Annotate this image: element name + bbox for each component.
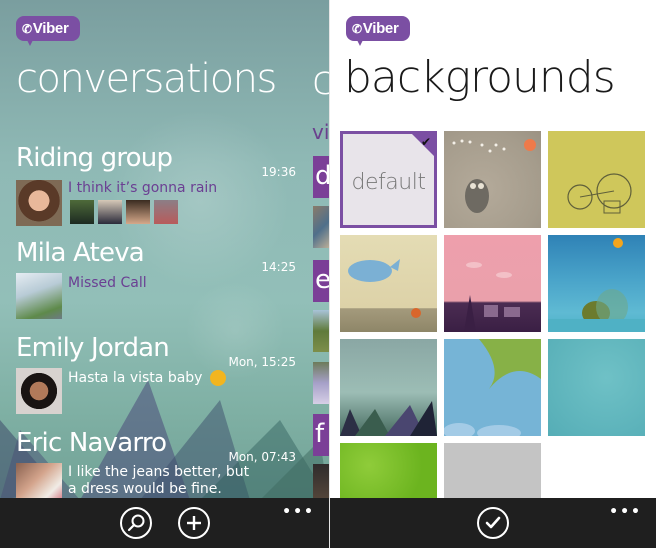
background-tile-owl[interactable]: [444, 131, 541, 228]
page-title: backgrounds: [344, 52, 616, 103]
checkmark-icon: ✔: [420, 135, 431, 149]
conversation-item[interactable]: Eric Navarro Mon, 07:43 I like the jeans…: [16, 428, 316, 509]
background-tile-green-bokeh[interactable]: [340, 443, 437, 499]
avatar: [16, 368, 62, 414]
owl-illustration: [452, 139, 536, 213]
participant-avatar: [98, 200, 122, 224]
brand-name: Viber: [362, 20, 399, 37]
palm-illustration: [444, 339, 541, 436]
last-message-text: Hasta la vista baby: [68, 370, 203, 386]
background-tile-pink-town[interactable]: [444, 235, 541, 332]
last-message: Hasta la vista baby: [68, 370, 226, 387]
conversation-time: 14:25: [261, 260, 296, 274]
checkmark-icon: [485, 516, 501, 529]
last-message: Missed Call: [68, 275, 147, 291]
brand-name: Viber: [32, 20, 69, 37]
more-options-button[interactable]: •••: [609, 504, 642, 520]
next-pivot-title-peek[interactable]: c: [312, 58, 329, 104]
tile-label: default: [351, 170, 426, 195]
participant-avatar: [126, 200, 150, 224]
avatar: [16, 180, 62, 226]
conversation-item[interactable]: Mila Ateva 14:25 Missed Call: [16, 238, 316, 320]
background-tile-palm-sky[interactable]: [444, 339, 541, 436]
last-message-line: a dress would be fine.: [68, 481, 222, 497]
conversation-item[interactable]: Emily Jordan Mon, 15:25 Hasta la vista b…: [16, 333, 316, 415]
conversation-item[interactable]: Riding group 19:36 I think it’s gonna ra…: [16, 143, 316, 226]
town-illustration: [464, 262, 520, 332]
island-illustration: [548, 238, 645, 332]
backgrounds-screen: ✆Viber backgrounds ✔ default •••: [330, 0, 656, 548]
search-icon: [127, 514, 145, 532]
background-tile-bicycle[interactable]: [548, 131, 645, 228]
confirm-button[interactable]: [477, 507, 509, 539]
avatar: [16, 273, 62, 319]
viber-logo: ✆Viber: [16, 16, 80, 46]
phone-icon: ✆: [352, 22, 362, 36]
conversation-time: Mon, 07:43: [228, 450, 296, 464]
new-conversation-button[interactable]: [178, 507, 210, 539]
background-tile-island-sea[interactable]: [548, 235, 645, 332]
next-pivot-subtitle-peek: vi: [312, 120, 329, 144]
phone-icon: ✆: [22, 22, 32, 36]
more-options-button[interactable]: •••: [282, 504, 315, 520]
participant-avatar: [70, 200, 94, 224]
participant-avatar: [154, 200, 178, 224]
app-bar: •••: [0, 498, 329, 548]
viber-logo: ✆Viber: [346, 16, 410, 46]
whale-illustration: [348, 259, 421, 318]
bicycle-illustration: [567, 173, 632, 214]
plus-icon: [187, 516, 201, 530]
background-tile-teal-texture[interactable]: [548, 339, 645, 436]
conversation-time: Mon, 15:25: [228, 355, 296, 369]
conversation-time: 19:36: [261, 165, 296, 179]
last-message: I think it’s gonna rain: [68, 180, 218, 196]
page-title: conversations: [16, 56, 277, 102]
background-tile-whale[interactable]: [340, 235, 437, 332]
mountains-illustration: [340, 401, 437, 436]
winking-face-emoji-icon: [209, 370, 226, 386]
last-message: I like the jeans better, but a dress wou…: [68, 464, 249, 498]
search-button[interactable]: [120, 507, 152, 539]
conversations-screen: ✆Viber conversations c vi d e f Riding g…: [0, 0, 329, 548]
app-bar: •••: [330, 498, 656, 548]
background-tile-misty-mountains[interactable]: [340, 339, 437, 436]
background-tile-gray[interactable]: [444, 443, 541, 499]
background-tile-default[interactable]: ✔ default: [340, 131, 437, 228]
last-message-line: I like the jeans better, but: [68, 464, 250, 480]
